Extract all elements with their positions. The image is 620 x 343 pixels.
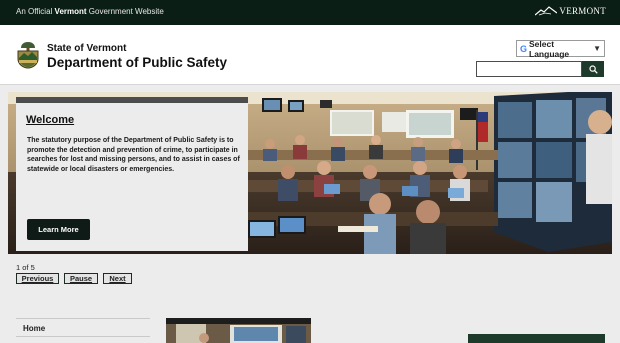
vermont-seal-icon[interactable] xyxy=(16,41,40,69)
welcome-title-link[interactable]: Welcome xyxy=(26,114,74,126)
vermont-logo-text: VERMONT xyxy=(559,6,606,16)
sidebar-item-home[interactable]: Home xyxy=(16,318,150,337)
google-g-icon: G xyxy=(520,43,528,54)
slide-counter: 1 of 5 xyxy=(16,263,35,272)
feature-photo xyxy=(166,318,311,343)
dark-panel xyxy=(468,334,605,343)
welcome-description: The statutory purpose of the Department … xyxy=(27,137,240,173)
official-website-notice: An Official Vermont Government Website xyxy=(16,7,164,16)
next-button[interactable]: Next xyxy=(103,273,132,284)
official-banner: An Official Vermont Government Website V… xyxy=(0,0,620,25)
next-button-label: Next xyxy=(109,274,126,283)
mountain-line-icon xyxy=(535,6,558,16)
previous-button-label: Previous xyxy=(21,274,54,283)
state-name[interactable]: State of Vermont xyxy=(47,43,126,54)
feature-image[interactable] xyxy=(166,318,311,343)
search-button[interactable] xyxy=(582,61,604,77)
learn-more-button[interactable]: Learn More xyxy=(27,219,90,240)
department-name[interactable]: Department of Public Safety xyxy=(47,55,227,70)
language-select-label: Select Language xyxy=(529,38,570,59)
search-icon xyxy=(588,64,598,74)
search-input[interactable] xyxy=(476,61,582,77)
vermont-logo-link[interactable]: VERMONT xyxy=(535,6,606,16)
pause-button-label: Pause xyxy=(69,274,93,283)
dropdown-arrow-icon: ▼ xyxy=(593,44,601,53)
site-header: State of Vermont Department of Public Sa… xyxy=(0,25,620,85)
language-select[interactable]: G Select Language ▼ xyxy=(516,38,605,59)
previous-button[interactable]: Previous xyxy=(16,273,59,284)
pause-button[interactable]: Pause xyxy=(64,273,98,284)
